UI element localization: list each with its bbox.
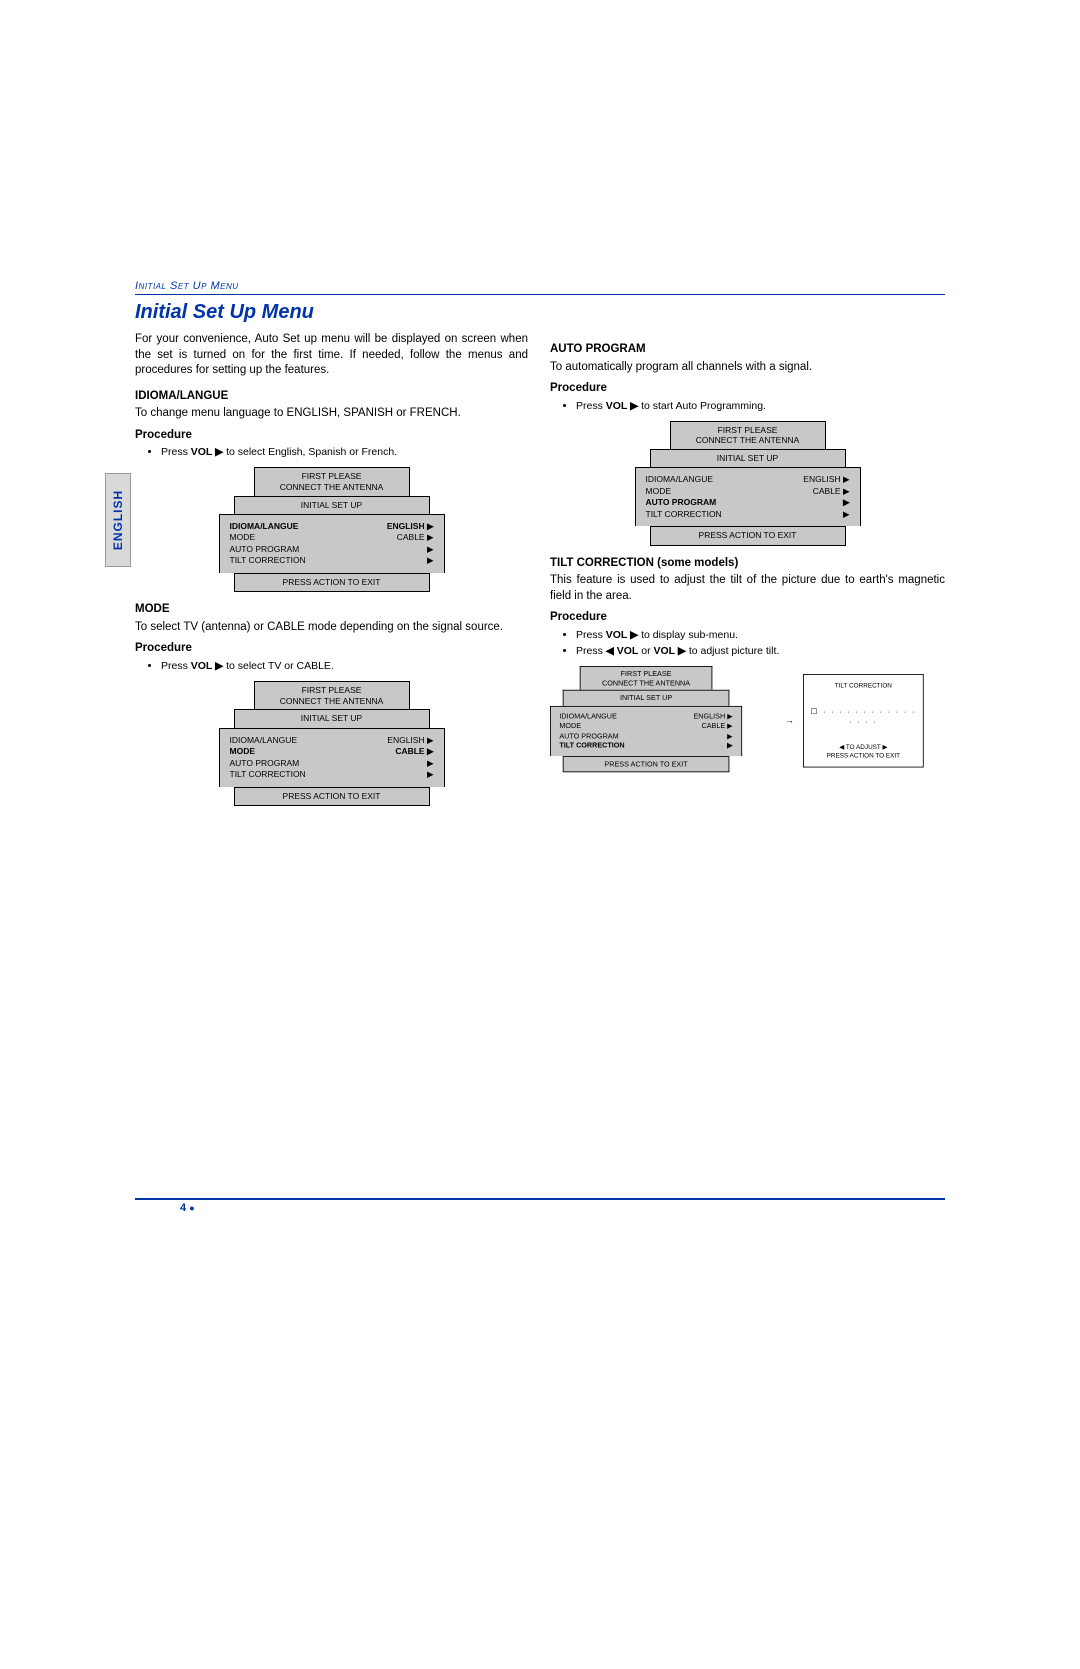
page-number: 4 ● xyxy=(180,1202,195,1214)
tilt-proc-label: Procedure xyxy=(550,610,945,626)
osd-mid: INITIAL SET UP xyxy=(234,496,430,514)
auto-bullet: Press VOL ▶ to start Auto Programming. xyxy=(576,399,945,413)
right-column: AUTO PROGRAM To automatically program al… xyxy=(550,332,945,816)
mode-body: To select TV (antenna) or CABLE mode dep… xyxy=(135,620,528,636)
mode-bullets: Press VOL ▶ to select TV or CABLE. xyxy=(135,659,528,673)
tilt-box-footer: ◀ TO ADJUST ▶ PRESS ACTION TO EXIT xyxy=(809,742,918,759)
mode-heading: MODE xyxy=(135,602,528,618)
page-content: Initial Set Up Menu Initial Set Up Menu … xyxy=(135,280,945,816)
auto-proc-label: Procedure xyxy=(550,381,945,397)
auto-heading: AUTO PROGRAM xyxy=(550,342,945,358)
tilt-diagram-pair: FIRST PLEASE CONNECT THE ANTENNA INITIAL… xyxy=(550,666,945,791)
breadcrumb: Initial Set Up Menu xyxy=(135,280,945,292)
tilt-box-slider: ☐ · · · · · · · · · · · · · · · · xyxy=(809,706,918,727)
osd-main: IDIOMA/LANGUEENGLISH ▶ MODECABLE ▶ AUTO … xyxy=(219,514,445,573)
tilt-heading: TILT CORRECTION (some models) xyxy=(550,556,945,572)
auto-body: To automatically program all channels wi… xyxy=(550,360,945,376)
osd-tilt: FIRST PLEASE CONNECT THE ANTENNA INITIAL… xyxy=(550,666,742,772)
osd-bottom: PRESS ACTION TO EXIT xyxy=(234,573,430,592)
left-column: For your convenience, Auto Set up menu w… xyxy=(135,332,528,816)
tilt-bullet-1: Press VOL ▶ to display sub-menu. xyxy=(576,628,945,642)
osd-auto: FIRST PLEASE CONNECT THE ANTENNA INITIAL… xyxy=(635,421,861,546)
language-side-tab: ENGLISH xyxy=(105,473,131,567)
idioma-heading: IDIOMA/LANGUE xyxy=(135,389,528,405)
idioma-bullets: Press VOL ▶ to select English, Spanish o… xyxy=(135,445,528,459)
auto-bullets: Press VOL ▶ to start Auto Programming. xyxy=(550,399,945,413)
tilt-bullets: Press VOL ▶ to display sub-menu. Press ◀… xyxy=(550,628,945,658)
idioma-body: To change menu language to ENGLISH, SPAN… xyxy=(135,406,528,422)
tilt-box-title: TILT CORRECTION xyxy=(809,681,918,690)
tilt-submenu-box: TILT CORRECTION ☐ · · · · · · · · · · · … xyxy=(803,674,924,768)
arrow-icon: → xyxy=(785,715,794,728)
idioma-proc-label: Procedure xyxy=(135,428,528,444)
bullet-icon: ● xyxy=(189,1203,194,1213)
footer-rule xyxy=(135,1198,945,1200)
tilt-bullet-2: Press ◀ VOL or VOL ▶ to adjust picture t… xyxy=(576,644,945,658)
side-tab-label: ENGLISH xyxy=(111,490,125,550)
osd-idioma: FIRST PLEASE CONNECT THE ANTENNA INITIAL… xyxy=(219,467,445,592)
osd-top: FIRST PLEASE CONNECT THE ANTENNA xyxy=(254,467,410,495)
idioma-bullet: Press VOL ▶ to select English, Spanish o… xyxy=(161,445,528,459)
tilt-body: This feature is used to adjust the tilt … xyxy=(550,573,945,604)
mode-bullet: Press VOL ▶ to select TV or CABLE. xyxy=(161,659,528,673)
intro-text: For your convenience, Auto Set up menu w… xyxy=(135,332,528,379)
header-rule xyxy=(135,294,945,295)
page-title: Initial Set Up Menu xyxy=(135,301,945,324)
mode-proc-label: Procedure xyxy=(135,641,528,657)
osd-mode: FIRST PLEASE CONNECT THE ANTENNA INITIAL… xyxy=(219,681,445,806)
